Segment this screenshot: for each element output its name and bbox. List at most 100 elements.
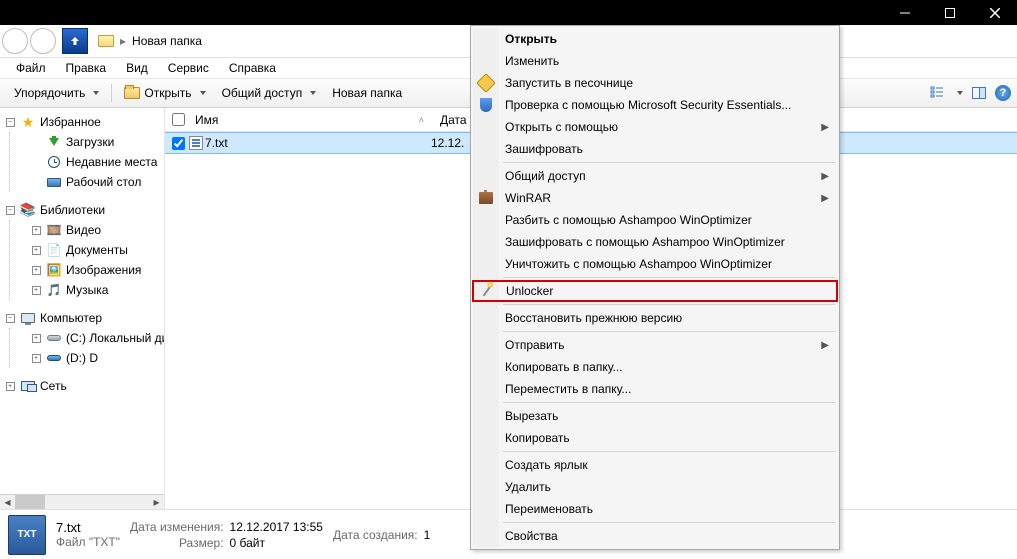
shield-icon xyxy=(478,97,494,113)
cm-label: Разбить с помощью Ashampoo WinOptimizer xyxy=(505,213,752,227)
cm-properties[interactable]: Свойства xyxy=(473,525,837,547)
tree-toggle[interactable]: + xyxy=(30,284,42,296)
cm-rename[interactable]: Переименовать xyxy=(473,498,837,520)
tree-images[interactable]: +🖼️Изображения xyxy=(26,260,164,280)
desktop-icon xyxy=(46,174,62,190)
sidebar-hscroll[interactable]: ◂ ▸ xyxy=(0,494,164,509)
cm-encrypt[interactable]: Зашифровать xyxy=(473,138,837,160)
share-button[interactable]: Общий доступ xyxy=(214,81,325,105)
close-button[interactable] xyxy=(972,0,1017,25)
help-icon: ? xyxy=(995,85,1011,101)
nav-up-button[interactable] xyxy=(62,28,88,54)
tree-desktop[interactable]: Рабочий стол xyxy=(26,172,164,192)
select-all-checkbox[interactable] xyxy=(169,113,187,126)
organize-button[interactable]: Упорядочить xyxy=(6,81,107,105)
cm-label: Запустить в песочнице xyxy=(505,76,633,90)
cm-edit[interactable]: Изменить xyxy=(473,50,837,72)
menu-help[interactable]: Справка xyxy=(219,59,286,77)
maximize-button[interactable] xyxy=(927,0,972,25)
cm-delete[interactable]: Удалить xyxy=(473,476,837,498)
menu-edit[interactable]: Правка xyxy=(56,59,117,77)
row-checkbox[interactable] xyxy=(169,137,187,150)
new-folder-button[interactable]: Новая папка xyxy=(324,81,410,105)
cm-winrar[interactable]: WinRAR▶ xyxy=(473,187,837,209)
cm-copy-to-folder[interactable]: Копировать в папку... xyxy=(473,356,837,378)
tree-toggle[interactable]: + xyxy=(30,224,42,236)
video-icon: 🎞️ xyxy=(46,222,62,238)
context-menu: Открыть Изменить Запустить в песочнице П… xyxy=(470,25,840,550)
tree-downloads[interactable]: Загрузки xyxy=(26,132,164,152)
tree-toggle[interactable]: + xyxy=(30,244,42,256)
wand-icon xyxy=(479,283,495,299)
tree-documents[interactable]: +📄Документы xyxy=(26,240,164,260)
tree-computer[interactable]: − Компьютер xyxy=(0,308,164,328)
cm-share[interactable]: Общий доступ▶ xyxy=(473,165,837,187)
chevron-down-icon[interactable] xyxy=(957,91,963,95)
new-folder-label: Новая папка xyxy=(332,86,402,100)
cm-open[interactable]: Открыть xyxy=(473,28,837,50)
menu-view[interactable]: Вид xyxy=(116,59,158,77)
cm-move-to-folder[interactable]: Переместить в папку... xyxy=(473,378,837,400)
winrar-icon xyxy=(478,190,494,206)
cm-sandboxie[interactable]: Запустить в песочнице xyxy=(473,72,837,94)
cm-label: Зашифровать с помощью Ashampoo WinOptimi… xyxy=(505,235,785,249)
library-icon: 📚 xyxy=(20,202,36,218)
column-name[interactable]: Имя˄ xyxy=(187,113,432,127)
file-date: 12.12. xyxy=(431,136,464,150)
cm-ashampoo-encrypt[interactable]: Зашифровать с помощью Ashampoo WinOptimi… xyxy=(473,231,837,253)
cm-create-shortcut[interactable]: Создать ярлык xyxy=(473,454,837,476)
cm-label: Копировать в папку... xyxy=(505,360,623,374)
menu-tools[interactable]: Сервис xyxy=(158,59,219,77)
titlebar xyxy=(0,0,1017,25)
tree-label: Избранное xyxy=(40,115,101,129)
open-button[interactable]: Открыть xyxy=(116,81,213,105)
tree-toggle[interactable]: − xyxy=(4,204,16,216)
tree-drive-c[interactable]: + (C:) Локальный ди xyxy=(26,328,164,348)
tree-drive-d[interactable]: +(D:) D xyxy=(26,348,164,368)
tree-recent[interactable]: Недавние места xyxy=(26,152,164,172)
cm-label: Создать ярлык xyxy=(505,458,588,472)
view-options-button[interactable] xyxy=(929,85,945,101)
cm-cut[interactable]: Вырезать xyxy=(473,405,837,427)
organize-label: Упорядочить xyxy=(14,86,85,100)
cm-label: Восстановить прежнюю версию xyxy=(505,311,682,325)
cm-unlocker[interactable]: Unlocker xyxy=(472,280,838,302)
tree-toggle[interactable]: − xyxy=(4,312,16,324)
download-icon xyxy=(46,134,62,150)
menu-file[interactable]: Файл xyxy=(6,59,56,77)
nav-forward-button[interactable] xyxy=(30,28,56,54)
file-type-icon-text: TXT xyxy=(18,529,37,540)
tree-toggle[interactable]: + xyxy=(30,332,42,344)
cm-ashampoo-split[interactable]: Разбить с помощью Ashampoo WinOptimizer xyxy=(473,209,837,231)
minimize-button[interactable] xyxy=(882,0,927,25)
tree-music[interactable]: +🎵Музыка xyxy=(26,280,164,300)
tree-favorites[interactable]: − ★ Избранное xyxy=(0,112,164,132)
breadcrumb[interactable]: ▸ Новая папка xyxy=(98,30,202,52)
tree-libraries[interactable]: − 📚 Библиотеки xyxy=(0,200,164,220)
cm-restore-version[interactable]: Восстановить прежнюю версию xyxy=(473,307,837,329)
tree-network[interactable]: + Сеть xyxy=(0,376,164,396)
navigation-pane[interactable]: − ★ Избранное Загрузки Недавние места Ра… xyxy=(0,108,165,509)
cm-mse-scan[interactable]: Проверка с помощью Microsoft Security Es… xyxy=(473,94,837,116)
cm-label: Unlocker xyxy=(506,284,553,298)
tree-video[interactable]: +🎞️Видео xyxy=(26,220,164,240)
help-button[interactable]: ? xyxy=(995,85,1011,101)
tree-label: (C:) Локальный ди xyxy=(66,331,165,345)
cm-ashampoo-destroy[interactable]: Уничтожить с помощью Ashampoo WinOptimiz… xyxy=(473,253,837,275)
tree-toggle[interactable]: + xyxy=(30,264,42,276)
cm-open-with[interactable]: Открыть с помощью▶ xyxy=(473,116,837,138)
cm-copy[interactable]: Копировать xyxy=(473,427,837,449)
cm-label: Переименовать xyxy=(505,502,593,516)
preview-pane-button[interactable] xyxy=(971,85,987,101)
tree-toggle[interactable]: + xyxy=(30,352,42,364)
tree-toggle[interactable]: + xyxy=(4,380,16,392)
cm-send-to[interactable]: Отправить▶ xyxy=(473,334,837,356)
cm-label: Открыть с помощью xyxy=(505,120,618,134)
breadcrumb-location[interactable]: Новая папка xyxy=(132,34,202,48)
share-label: Общий доступ xyxy=(222,86,303,100)
tree-toggle[interactable]: − xyxy=(4,116,16,128)
nav-back-button[interactable] xyxy=(2,28,28,54)
cm-label: Переместить в папку... xyxy=(505,382,631,396)
star-icon: ★ xyxy=(20,114,36,130)
tree-label: Недавние места xyxy=(66,155,157,169)
